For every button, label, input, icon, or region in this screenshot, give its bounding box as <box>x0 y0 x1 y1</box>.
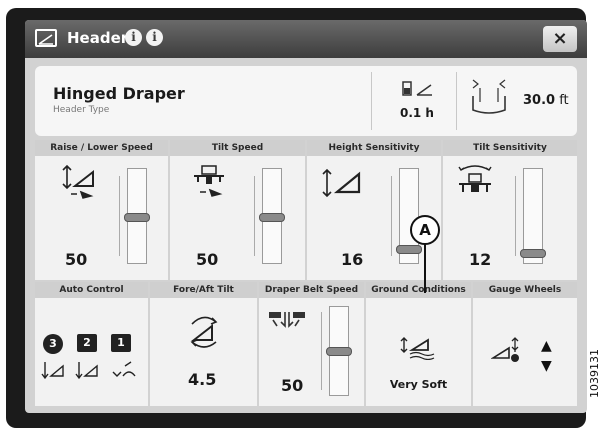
auto-control-badge-2[interactable]: 2 <box>77 334 97 352</box>
slider-scale <box>515 176 520 256</box>
display-screen: Header i i × Hinged Draper Header Type 0… <box>25 20 587 413</box>
ground-conditions-icon <box>400 337 435 360</box>
callout-a: A <box>410 215 440 245</box>
raise-lower-speed-icon <box>62 164 94 199</box>
panel-title: Fore/Aft Tilt <box>150 282 257 298</box>
tilt-sensitivity-icon <box>458 165 492 192</box>
height-sensitivity-icon <box>322 168 361 198</box>
panel-title: Raise / Lower Speed <box>35 140 168 156</box>
tilt-speed-slider[interactable] <box>259 168 285 264</box>
fore-aft-tilt-icon <box>190 316 218 348</box>
slider-thumb[interactable] <box>326 347 352 356</box>
window-title: Header <box>67 29 129 47</box>
divider <box>456 72 457 130</box>
control-options-row: Auto Control 3 2 1 Fore/Aft Tilt 4.5 Dra <box>35 282 577 406</box>
header-width-icon <box>472 79 506 114</box>
callout-leader-line <box>424 243 426 293</box>
tilt-speed-icon <box>194 165 224 197</box>
figure-number: 1039131 <box>588 349 601 398</box>
info-icon[interactable]: i <box>125 29 142 46</box>
header-hours-value: 0.1 h <box>400 106 434 120</box>
draper-belt-speed-slider[interactable] <box>326 306 352 396</box>
draper-belt-speed-panel[interactable]: Draper Belt Speed 50 <box>259 282 364 406</box>
tilt-sensitivity-panel[interactable]: Tilt Sensitivity 12 <box>443 140 577 280</box>
auto-control-badge-3[interactable]: 3 <box>43 334 63 354</box>
gauge-wheels-down-button[interactable]: ▼ <box>541 358 552 374</box>
height-sensitivity-panel[interactable]: Height Sensitivity 16 <box>307 140 441 280</box>
header-hours-icon <box>402 81 432 96</box>
auto-control-badge-1[interactable]: 1 <box>111 334 131 352</box>
height-sensitivity-value: 16 <box>341 250 364 269</box>
raise-lower-speed-panel[interactable]: Raise / Lower Speed 50 <box>35 140 168 280</box>
slider-thumb[interactable] <box>520 249 546 258</box>
panel-title: Tilt Sensitivity <box>443 140 577 156</box>
header-type-value: Hinged Draper <box>53 84 185 103</box>
divider <box>371 72 372 130</box>
panel-title: Tilt Speed <box>170 140 305 156</box>
header-width-value: 30.0 ft <box>523 93 569 108</box>
auto-control-icon <box>41 361 136 380</box>
auto-control-panel[interactable]: Auto Control 3 2 1 <box>35 282 148 406</box>
header-summary: Hinged Draper Header Type 0.1 h 30.0 ft <box>35 66 577 136</box>
panel-title: Ground Conditions <box>366 282 471 298</box>
raise-lower-speed-slider[interactable] <box>124 168 150 264</box>
draper-belt-speed-icon <box>269 312 305 328</box>
ground-conditions-value: Very Soft <box>389 378 448 391</box>
auto-control-badges: 3 2 1 <box>43 332 141 356</box>
slider-thumb[interactable] <box>396 245 422 254</box>
close-button[interactable]: × <box>543 26 577 52</box>
height-sensitivity-slider[interactable] <box>396 168 422 264</box>
panel-title: Gauge Wheels <box>473 282 577 298</box>
fore-aft-tilt-panel[interactable]: Fore/Aft Tilt 4.5 <box>150 282 257 406</box>
speed-sensitivity-row: Raise / Lower Speed 50 Tilt Speed 50 Hei… <box>35 140 577 280</box>
gauge-wheels-icon <box>491 337 519 362</box>
header-icon <box>35 29 57 47</box>
title-bar: Header i i × <box>25 20 587 58</box>
gauge-wheels-panel[interactable]: Gauge Wheels ▲ ▼ <box>473 282 577 406</box>
tilt-speed-panel[interactable]: Tilt Speed 50 <box>170 140 305 280</box>
ground-conditions-panel[interactable]: Ground Conditions Very Soft <box>366 282 471 406</box>
slider-scale <box>391 176 396 256</box>
info-icon-secondary[interactable]: i <box>146 29 163 46</box>
fore-aft-tilt-value: 4.5 <box>188 370 217 389</box>
header-type-caption: Header Type <box>53 105 110 115</box>
raise-lower-speed-value: 50 <box>65 250 88 269</box>
panel-title: Auto Control <box>35 282 148 298</box>
gauge-wheels-up-button[interactable]: ▲ <box>541 338 552 354</box>
draper-belt-speed-value: 50 <box>281 376 304 395</box>
slider-thumb[interactable] <box>124 213 150 222</box>
tilt-sensitivity-slider[interactable] <box>520 168 546 264</box>
tilt-speed-value: 50 <box>196 250 219 269</box>
panel-title: Height Sensitivity <box>307 140 441 156</box>
panel-title: Draper Belt Speed <box>259 282 364 298</box>
slider-thumb[interactable] <box>259 213 285 222</box>
tilt-sensitivity-value: 12 <box>469 250 492 269</box>
